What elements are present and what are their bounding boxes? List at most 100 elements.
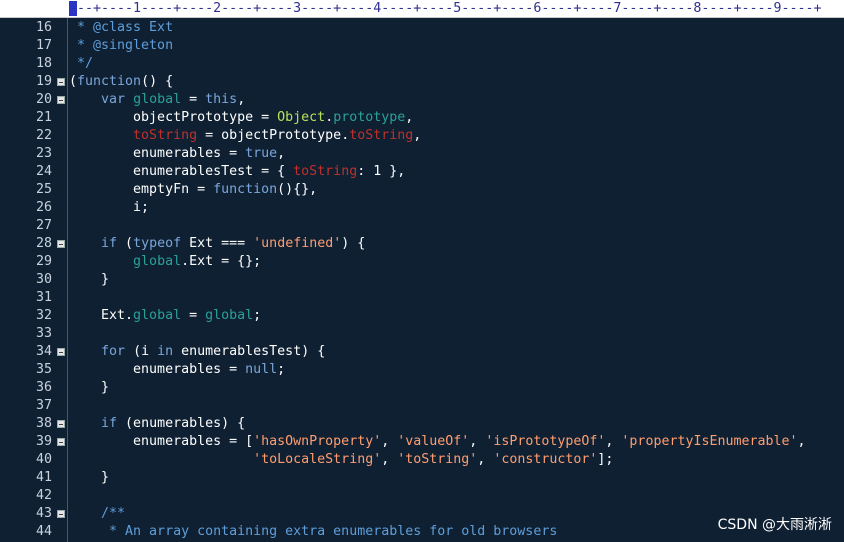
code-token: ( (117, 236, 134, 251)
code-token: * @class Ext (69, 20, 174, 35)
code-line[interactable]: * An array containing extra enumerables … (69, 523, 557, 541)
line-number: 19 (35, 74, 52, 89)
code-token: enumerables = (69, 362, 246, 377)
line-number: 33 (35, 326, 52, 341)
code-token: emptyFn = (69, 182, 214, 197)
code-token: function (213, 182, 278, 197)
code-token: . (325, 110, 334, 125)
code-line[interactable]: 'toLocaleString', 'toString', 'construct… (69, 451, 613, 469)
line-number: 34 (35, 344, 52, 359)
fold-toggle-icon[interactable] (57, 240, 65, 248)
line-number: 22 (35, 128, 52, 143)
line-number: 25 (35, 182, 52, 197)
code-line[interactable]: } (69, 379, 109, 397)
code-token: for (101, 344, 126, 359)
code-line[interactable]: } (69, 271, 109, 289)
code-token: ( (69, 74, 78, 89)
code-token: 'propertyIsEnumerable' (621, 434, 798, 449)
watermark: CSDN @大雨淅淅 (717, 517, 832, 533)
code-token: .Ext = {}; (181, 254, 262, 269)
fold-toggle-icon[interactable] (57, 348, 65, 356)
code-line[interactable]: } (69, 469, 109, 487)
code-token: 'constructor' (493, 452, 598, 467)
code-token: toString (293, 164, 358, 179)
code-line[interactable]: objectPrototype = Object.prototype, (69, 109, 413, 127)
code-token: (i (125, 344, 158, 359)
code-token: global (205, 308, 254, 323)
line-number: 24 (35, 164, 52, 179)
code-line[interactable]: enumerables = null; (69, 361, 285, 379)
code-line[interactable]: toString = objectPrototype.toString, (69, 127, 421, 145)
code-line[interactable]: * @class Ext (69, 19, 173, 37)
line-number: 42 (35, 488, 52, 503)
code-line[interactable]: */ (69, 55, 93, 73)
code-token: , (413, 128, 422, 143)
code-line[interactable]: if (typeof Ext === 'undefined') { (69, 235, 365, 253)
ruler-text: ---+----1----+----2----+----3----+----4-… (69, 1, 822, 16)
line-number: 27 (35, 218, 52, 233)
code-token: var (101, 92, 126, 107)
code-token: 'isPrototypeOf' (485, 434, 606, 449)
code-token: = (181, 308, 206, 323)
line-number: 43 (35, 506, 52, 521)
code-line[interactable]: if (enumerables) { (69, 415, 245, 433)
code-token: , (381, 434, 398, 449)
code-token: ; (253, 308, 262, 323)
code-line[interactable]: for (i in enumerablesTest) { (69, 343, 325, 361)
fold-toggle-icon[interactable] (57, 78, 65, 86)
line-number: 28 (35, 236, 52, 251)
fold-toggle-icon[interactable] (57, 510, 65, 518)
code-token: } (69, 470, 110, 485)
code-line[interactable]: (function() { (69, 73, 173, 91)
code-token: , (237, 92, 246, 107)
code-token: 'undefined' (253, 236, 342, 251)
line-number: 18 (35, 56, 52, 71)
line-number: 41 (35, 470, 52, 485)
code-token: in (157, 344, 174, 359)
code-token: enumerablesTest) { (173, 344, 326, 359)
code-line[interactable]: enumerablesTest = { toString: 1 }, (69, 163, 405, 181)
code-token: () { (141, 74, 174, 89)
fold-toggle-icon[interactable] (57, 96, 65, 104)
code-line[interactable]: * @singleton (69, 37, 173, 55)
code-line[interactable]: enumerables = true, (69, 145, 285, 163)
line-number: 40 (35, 452, 52, 467)
code-token: enumerablesTest = { (69, 164, 294, 179)
code-token: enumerables = [ (69, 434, 254, 449)
code-token: (){}, (277, 182, 318, 197)
code-token: Ext. (69, 308, 134, 323)
code-token: global (133, 92, 182, 107)
code-line[interactable]: /** (69, 505, 125, 523)
code-token: null (245, 362, 278, 377)
code-token: if (101, 416, 118, 431)
code-token: enumerables = (69, 146, 246, 161)
code-line[interactable]: Ext.global = global; (69, 307, 261, 325)
code-line[interactable]: enumerables = ['hasOwnProperty', 'valueO… (69, 433, 806, 451)
line-number: 26 (35, 200, 52, 215)
code-line[interactable]: i; (69, 199, 149, 217)
line-number: 36 (35, 380, 52, 395)
code-token: ) { (341, 236, 366, 251)
code-line[interactable]: global.Ext = {}; (69, 253, 261, 271)
line-number: 32 (35, 308, 52, 323)
code-token: * @singleton (69, 38, 174, 53)
line-number: 39 (35, 434, 52, 449)
code-token: ]; (597, 452, 614, 467)
code-line[interactable]: var global = this, (69, 91, 245, 109)
fold-toggle-icon[interactable] (57, 438, 65, 446)
line-number: 23 (35, 146, 52, 161)
code-token: Object (277, 110, 326, 125)
fold-toggle-icon[interactable] (57, 420, 65, 428)
code-token: = (181, 92, 206, 107)
line-number: 35 (35, 362, 52, 377)
code-line[interactable]: emptyFn = function(){}, (69, 181, 317, 199)
line-number: 17 (35, 38, 52, 53)
line-number: 21 (35, 110, 52, 125)
code-token: objectPrototype = (69, 110, 278, 125)
